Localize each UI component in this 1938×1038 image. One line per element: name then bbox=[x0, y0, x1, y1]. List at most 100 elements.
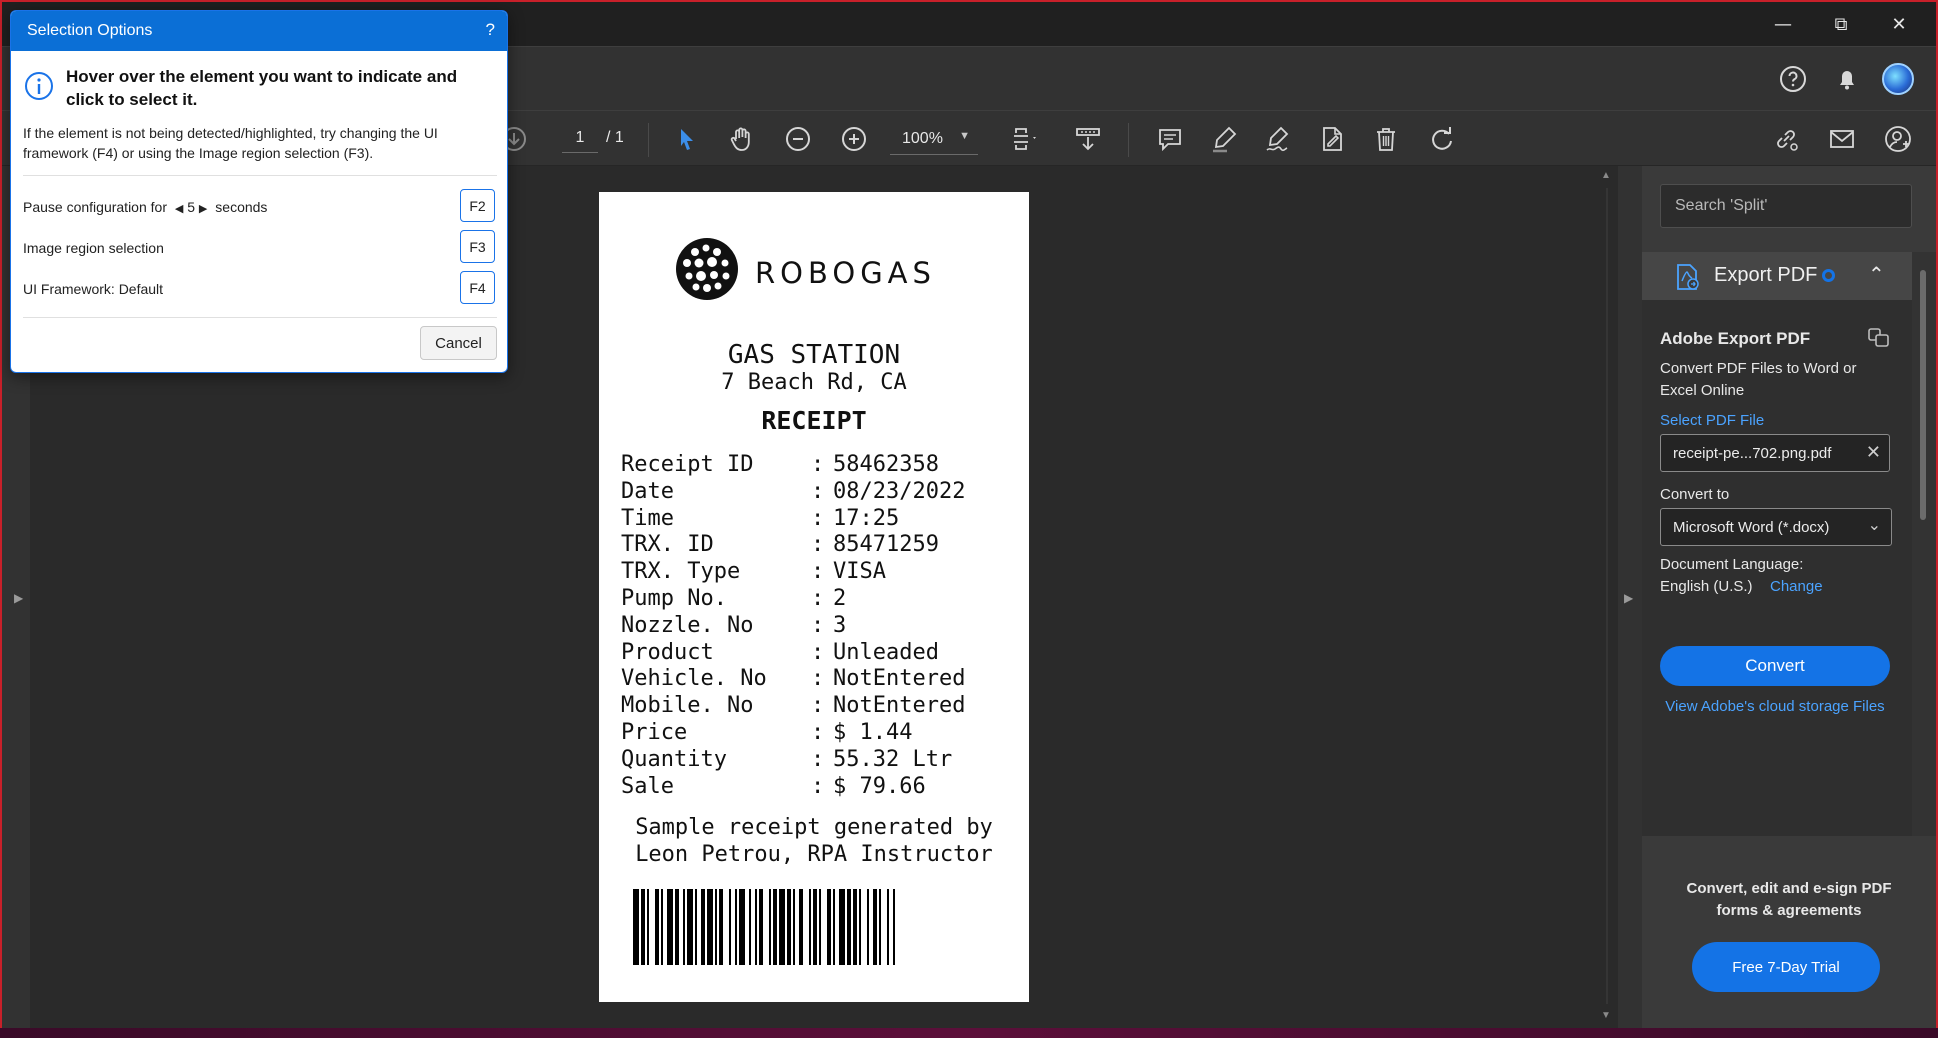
dialog-divider bbox=[23, 317, 497, 318]
hand-icon[interactable] bbox=[720, 111, 764, 167]
restore-icon[interactable]: ⧉ bbox=[1812, 2, 1870, 46]
tools-search-input[interactable]: Search 'Split' bbox=[1660, 184, 1912, 228]
tools-panel-scroll-thumb[interactable] bbox=[1920, 270, 1926, 520]
decrease-seconds-icon[interactable]: ◀ bbox=[175, 203, 183, 215]
image-region-shortcut-key[interactable]: F3 bbox=[460, 230, 495, 263]
export-pdf-body: Adobe Export PDF Convert PDF Files to Wo… bbox=[1642, 300, 1912, 836]
selection-options-dialog: Selection Options ? Hover over the eleme… bbox=[10, 10, 508, 373]
zoom-dropdown-icon: ▼ bbox=[959, 130, 970, 142]
receipt-row: Price: $ 1.44 bbox=[621, 719, 913, 745]
sign-icon[interactable] bbox=[1256, 111, 1300, 167]
dialog-divider bbox=[23, 175, 497, 176]
document-scrollbar[interactable]: ▲ ▼ bbox=[1596, 166, 1618, 1028]
receipt-row: Receipt ID:58462358 bbox=[621, 452, 939, 477]
receipt-row: Nozzle. No:3 bbox=[621, 612, 847, 638]
fit-page-icon[interactable] bbox=[1000, 111, 1050, 167]
dialog-heading: Hover over the element you want to indic… bbox=[66, 67, 458, 109]
selected-file-field[interactable]: receipt-pe...702.png.pdf ✕ bbox=[1660, 434, 1890, 472]
delete-icon[interactable] bbox=[1364, 111, 1408, 167]
select-pdf-file-link[interactable]: Select PDF File bbox=[1660, 410, 1764, 432]
scroll-track[interactable] bbox=[1606, 188, 1608, 1004]
chevron-down-icon: ⌄ bbox=[1867, 515, 1881, 534]
scroll-down-icon[interactable]: ▼ bbox=[1601, 1010, 1611, 1021]
ui-framework-value: Default bbox=[118, 281, 164, 297]
edit-icon[interactable] bbox=[1310, 111, 1354, 167]
receipt-row: Time:17:25 bbox=[621, 505, 900, 531]
expand-left-panel-icon[interactable]: ▶ bbox=[14, 591, 23, 605]
toolbar-divider bbox=[1128, 123, 1129, 157]
ui-framework-option[interactable]: UI Framework: Default bbox=[23, 281, 163, 297]
taskbar-strip bbox=[0, 1028, 1938, 1038]
export-pdf-header[interactable]: Export PDF ⌃ bbox=[1642, 252, 1912, 300]
receipt-row: Sale: $ 79.66 bbox=[621, 773, 926, 799]
convert-button[interactable]: Convert bbox=[1660, 646, 1890, 686]
zoom-in-icon[interactable] bbox=[832, 111, 876, 167]
change-language-link[interactable]: Change bbox=[1770, 576, 1823, 598]
copy-icon[interactable] bbox=[1868, 328, 1890, 348]
help-circle-icon[interactable] bbox=[1778, 64, 1808, 94]
image-region-option[interactable]: Image region selection bbox=[23, 240, 164, 256]
receipt-row: TRX. ID:85471259 bbox=[621, 532, 939, 558]
receipt-row: Date:08/23/2022 bbox=[621, 478, 966, 504]
receipt-row: Quantity:55.32 Ltr bbox=[621, 746, 953, 772]
scroll-mode-icon[interactable] bbox=[1066, 111, 1110, 167]
ui-framework-shortcut-key[interactable]: F4 bbox=[460, 271, 495, 304]
export-pdf-title: Export PDF bbox=[1714, 264, 1818, 286]
share-link-icon[interactable] bbox=[1764, 111, 1808, 167]
receipt-row: Mobile. No: NotEntered bbox=[621, 693, 966, 719]
cancel-button[interactable]: Cancel bbox=[420, 326, 497, 360]
cloud-storage-link[interactable]: View Adobe's cloud storage Files bbox=[1660, 696, 1890, 718]
zoom-out-icon[interactable] bbox=[776, 111, 820, 167]
info-icon bbox=[25, 72, 53, 100]
clear-icon[interactable]: ✕ bbox=[1866, 442, 1881, 463]
receipt-row: Product: Unleaded bbox=[621, 639, 939, 665]
page-number-input[interactable]: 1 bbox=[562, 123, 598, 153]
receipt-row: TRX. Type: VISA bbox=[621, 559, 886, 585]
barcode bbox=[633, 889, 895, 965]
promo-section: Convert, edit and e-sign PDF forms & agr… bbox=[1642, 836, 1936, 1028]
receipt-row: Vehicle. No: NotEntered bbox=[621, 666, 966, 692]
pause-seconds-value[interactable]: 5 bbox=[187, 199, 195, 215]
document-language-value: English (U.S.) bbox=[1660, 578, 1753, 595]
promo-text: Convert, edit and e-sign PDF forms & agr… bbox=[1686, 880, 1892, 919]
toolbar-divider bbox=[648, 123, 649, 157]
pause-suffix: seconds bbox=[215, 199, 268, 215]
highlight-icon[interactable] bbox=[1202, 111, 1246, 167]
zoom-value: 100% bbox=[902, 129, 943, 147]
dialog-description: If the element is not being detected/hig… bbox=[23, 125, 438, 161]
add-user-icon[interactable] bbox=[1876, 111, 1920, 167]
convert-to-select[interactable]: Microsoft Word (*.docx) ⌄ bbox=[1660, 508, 1892, 546]
free-trial-button[interactable]: Free 7-Day Trial bbox=[1692, 942, 1880, 992]
tool-description: Convert PDF Files to Word or Excel Onlin… bbox=[1660, 360, 1857, 399]
email-icon[interactable] bbox=[1820, 111, 1864, 167]
increase-seconds-icon[interactable]: ▶ bbox=[199, 203, 207, 215]
tool-title: Adobe Export PDF bbox=[1660, 329, 1811, 348]
selected-file-name: receipt-pe...702.png.pdf bbox=[1673, 444, 1832, 462]
tools-panel-scrollbar[interactable] bbox=[1912, 252, 1936, 836]
avatar[interactable] bbox=[1882, 63, 1914, 95]
bell-icon[interactable] bbox=[1832, 64, 1862, 94]
convert-to-label: Convert to bbox=[1660, 486, 1730, 503]
export-pdf-icon bbox=[1677, 264, 1699, 290]
receipt-heading: RECEIPT bbox=[761, 406, 867, 435]
right-panel-rail: ▶ bbox=[1618, 166, 1642, 1028]
receipt-footer-line-2: Leon Petrou, RPA Instructor bbox=[635, 842, 993, 867]
minimize-icon[interactable]: — bbox=[1754, 2, 1812, 46]
receipt-footer-line-1: Sample receipt generated by bbox=[635, 815, 993, 840]
premium-badge-icon bbox=[1822, 269, 1835, 282]
close-window-icon[interactable]: ✕ bbox=[1870, 2, 1928, 46]
pdf-page: ROBOGAS GAS STATION 7 Beach Rd, CA RECEI… bbox=[599, 192, 1029, 1002]
pause-configuration-option: Pause configuration for ◀ 5 ▶ seconds bbox=[23, 199, 267, 215]
document-language-label: Document Language: bbox=[1660, 556, 1804, 573]
pause-shortcut-key[interactable]: F2 bbox=[460, 189, 495, 222]
scroll-up-icon[interactable]: ▲ bbox=[1601, 170, 1611, 181]
comment-icon[interactable] bbox=[1148, 111, 1192, 167]
select-arrow-icon[interactable] bbox=[664, 111, 708, 167]
dialog-title-bar: Selection Options ? bbox=[11, 11, 507, 51]
chevron-up-icon[interactable]: ⌃ bbox=[1868, 262, 1885, 286]
rotate-icon[interactable] bbox=[1420, 111, 1464, 167]
collapse-right-panel-icon[interactable]: ▶ bbox=[1624, 591, 1633, 605]
dialog-title: Selection Options bbox=[27, 22, 153, 39]
zoom-select[interactable]: 100% ▼ bbox=[890, 123, 978, 155]
dialog-help-button[interactable]: ? bbox=[486, 20, 495, 40]
